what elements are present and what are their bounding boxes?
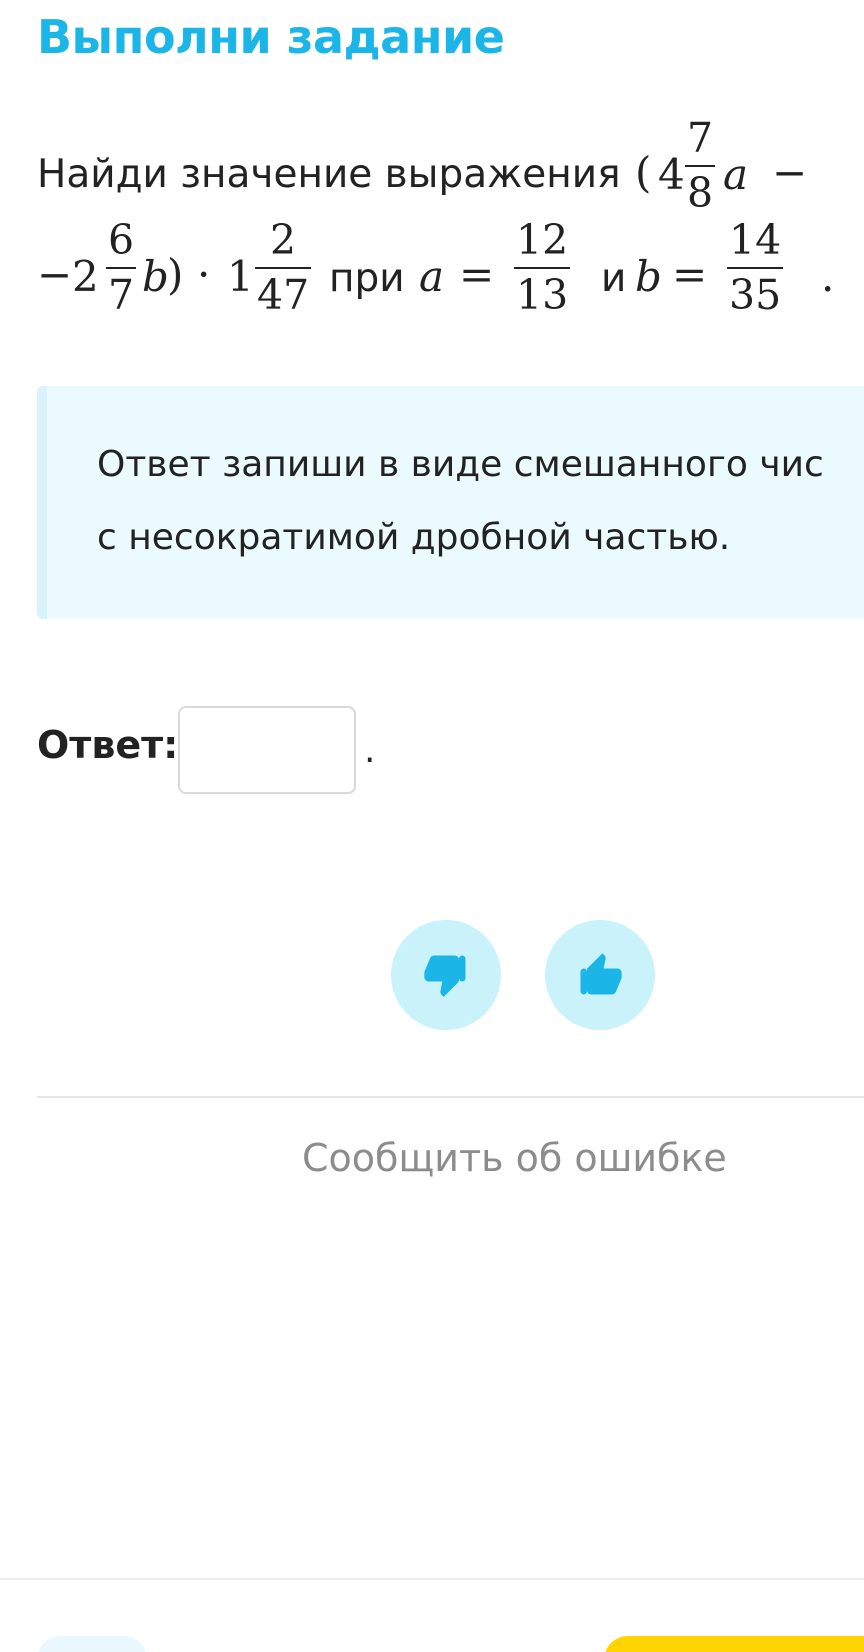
fraction-b-value: 14 35 — [727, 216, 784, 319]
fraction-6-7: 6 7 — [106, 216, 137, 319]
whole-part-3: 1 — [227, 252, 254, 301]
section-divider — [37, 1096, 864, 1098]
thumbs-down-icon — [424, 955, 466, 997]
equals-sign: = — [672, 250, 708, 299]
whole-part-1: 4 — [658, 150, 685, 199]
fraction-numerator: 14 — [729, 216, 782, 264]
thumbs-up-icon — [580, 953, 622, 995]
fraction-2-47: 2 47 — [255, 216, 312, 319]
equals-sign: = — [459, 250, 495, 299]
fraction-denominator: 13 — [516, 271, 569, 319]
fraction-numerator: 7 — [687, 114, 714, 162]
and-text: и — [601, 256, 627, 301]
at-text: при — [329, 256, 405, 301]
footer-primary-button[interactable] — [604, 1636, 864, 1652]
fraction-denominator: 7 — [108, 271, 135, 319]
fraction-denominator: 47 — [257, 271, 310, 319]
task-page: Выполни задание Найди значение выражения… — [0, 0, 864, 1652]
variable-a: a — [723, 150, 749, 199]
minus-sign-continued: − — [37, 250, 73, 299]
fraction-bar — [255, 267, 312, 269]
footer-divider — [0, 1578, 864, 1580]
minus-sign: − — [772, 148, 808, 197]
whole-part-2: 2 — [72, 252, 99, 301]
fraction-numerator: 2 — [270, 216, 297, 264]
variable-b: b — [635, 252, 662, 301]
page-title: Выполни задание — [37, 10, 505, 64]
report-error-link[interactable]: Сообщить об ошибке — [302, 1136, 727, 1180]
fraction-denominator: 35 — [729, 271, 782, 319]
multiply-dot: · — [197, 250, 211, 299]
hint-line-2: с несократимой дробной частью. — [97, 517, 731, 558]
fraction-bar — [514, 267, 571, 269]
close-paren: ) — [167, 250, 184, 299]
fraction-denominator: 8 — [687, 169, 714, 217]
hint-line-1: Ответ запиши в виде смешанного чис — [97, 444, 824, 485]
answer-label: Ответ: — [37, 723, 179, 767]
fraction-a-value: 12 13 — [514, 216, 571, 319]
answer-input[interactable] — [178, 706, 356, 794]
variable-a: a — [419, 252, 445, 301]
end-period: . — [821, 252, 835, 301]
fraction-bar — [685, 165, 716, 167]
fraction-numerator: 12 — [516, 216, 569, 264]
answer-trailing-period: . — [364, 730, 376, 771]
like-button[interactable] — [545, 920, 655, 1030]
hint-box: Ответ запиши в виде смешанного чис с нес… — [37, 386, 864, 619]
footer-secondary-button[interactable] — [37, 1636, 147, 1652]
hint-text: Ответ запиши в виде смешанного чис с нес… — [97, 428, 824, 574]
dislike-button[interactable] — [391, 920, 501, 1030]
open-paren: ( — [635, 148, 652, 197]
fraction-numerator: 6 — [108, 216, 135, 264]
statement-lead-text: Найди значение выражения — [37, 152, 621, 197]
fraction-7-8: 7 8 — [685, 114, 716, 217]
variable-b: b — [142, 252, 169, 301]
fraction-bar — [106, 267, 137, 269]
fraction-bar — [727, 267, 784, 269]
